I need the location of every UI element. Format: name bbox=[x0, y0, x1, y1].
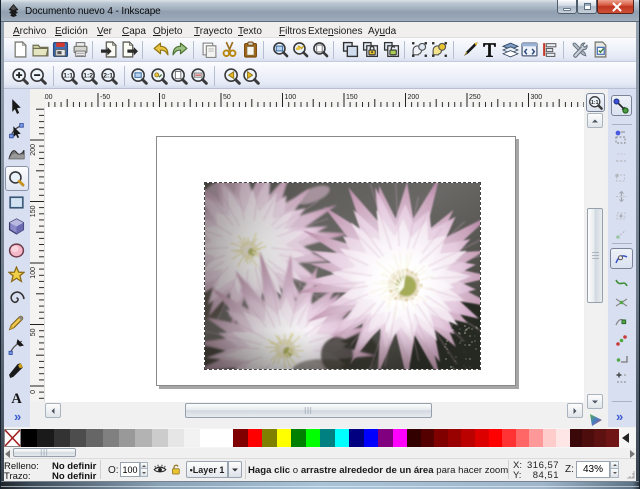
svg-text:150: 150 bbox=[346, 94, 358, 101]
svg-text:100: 100 bbox=[30, 267, 37, 279]
svg-text:-100: -100 bbox=[44, 94, 53, 101]
svg-text:-50: -50 bbox=[100, 94, 110, 101]
svg-text:150: 150 bbox=[30, 205, 37, 217]
svg-text:50: 50 bbox=[30, 328, 37, 336]
svg-text:50: 50 bbox=[223, 94, 231, 101]
svg-text:0: 0 bbox=[30, 390, 37, 394]
svg-text:200: 200 bbox=[30, 144, 37, 156]
svg-text:200: 200 bbox=[408, 94, 420, 101]
svg-text:300: 300 bbox=[531, 94, 543, 101]
svg-text:0: 0 bbox=[162, 94, 166, 101]
svg-text:100: 100 bbox=[285, 94, 297, 101]
svg-text:250: 250 bbox=[469, 94, 481, 101]
svg-text:A: A bbox=[11, 391, 22, 405]
